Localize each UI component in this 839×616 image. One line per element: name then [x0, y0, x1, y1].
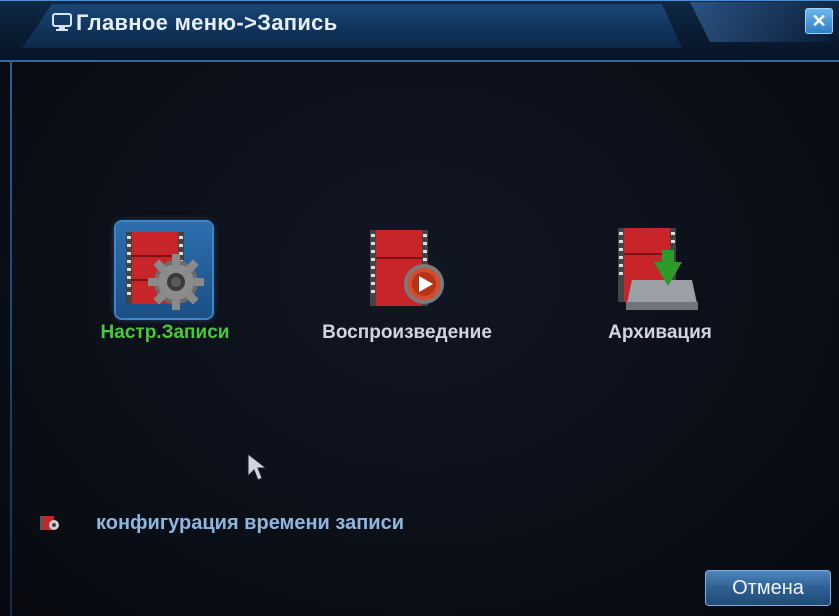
record-menu-screen: Главное меню->Запись ✕ Настр.Записи Восп…	[0, 0, 839, 616]
close-icon: ✕	[811, 11, 827, 31]
menu-item-backup[interactable]	[610, 222, 706, 318]
menu-item-playback[interactable]	[362, 222, 458, 318]
record-settings-icon	[126, 232, 204, 310]
window-title: Главное меню->Запись	[76, 10, 338, 35]
cancel-button[interactable]: Отмена	[705, 570, 831, 606]
record-schedule-row[interactable]: конфигурация времени записи	[40, 508, 404, 538]
playback-label[interactable]: Воспроизведение	[292, 322, 522, 344]
monitor-icon	[50, 12, 74, 32]
playback-icon	[370, 230, 444, 306]
frame-border	[10, 60, 12, 616]
backup-icon	[618, 228, 698, 310]
record-settings-label[interactable]: Настр.Записи	[80, 322, 250, 344]
title-bar: Главное меню->Запись ✕	[0, 0, 839, 62]
menu-item-record-settings[interactable]	[116, 222, 212, 318]
mouse-cursor-icon	[247, 452, 268, 481]
record-schedule-icon	[40, 516, 59, 530]
close-button[interactable]: ✕	[805, 8, 833, 34]
backup-label[interactable]: Архивация	[585, 322, 735, 344]
record-schedule-label[interactable]: конфигурация времени записи	[96, 512, 404, 535]
